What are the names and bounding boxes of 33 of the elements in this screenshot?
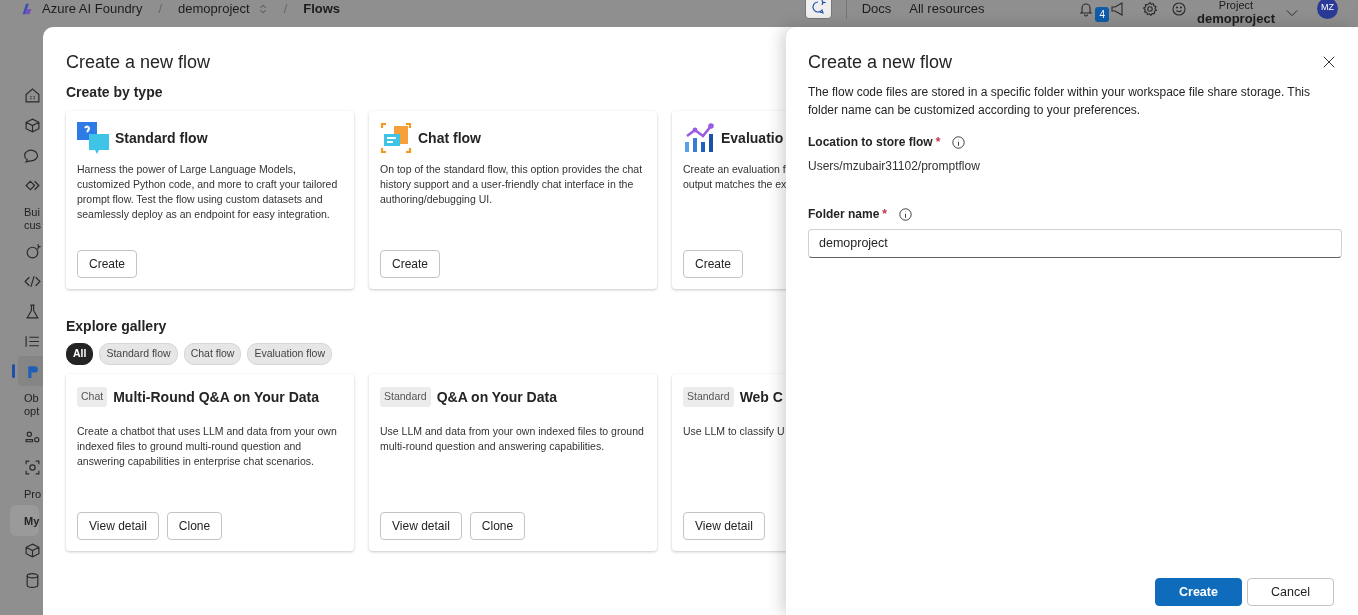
- card-description: Use LLM and data from your own indexed files to ground multi-round question and answering capabilities.: [380, 423, 645, 454]
- breadcrumb-separator: /: [158, 0, 163, 19]
- page-breadcrumb: Flows: [303, 0, 341, 19]
- sidebar-section-label: Pro: [24, 487, 42, 502]
- card-description: Create a chatbot that uses LLM and data from your own indexed files to ground multi-round question and answering capabilities in enterprise chat scenarios.: [77, 423, 338, 469]
- card-description: Create an evaluation f output matches the ex: [683, 162, 787, 192]
- panel-title: Create a new flow: [808, 51, 953, 73]
- section-heading: Explore gallery: [66, 317, 167, 335]
- card-title: Standard flow: [115, 128, 208, 148]
- sidebar-section-label: Bui cus: [24, 205, 42, 233]
- card-description: On top of the standard flow, this option provides the chat history support and a user-friendly chat interface in the authoring/debugging UI.: [380, 162, 644, 207]
- card-title: Q&A on Your Data: [436, 387, 557, 407]
- field-label: Folder name *: [808, 206, 888, 223]
- panel-description: The flow code files are stored in a specific folder within your workspace file share storage. This folder name can be customized according to your preferences.: [808, 84, 1311, 119]
- card-title: Multi-Round Q&A on Your Data: [113, 387, 320, 407]
- location-value: Users/mzubair31102/promptflow: [808, 158, 981, 175]
- project-name: demoproject: [1197, 10, 1275, 26]
- notification-badge: 4: [1095, 6, 1109, 22]
- section-heading: Create by type: [66, 83, 163, 101]
- flow-tag: Standard: [380, 387, 431, 408]
- card-title: Evaluatio: [721, 128, 784, 148]
- flow-tag: Chat: [77, 387, 108, 408]
- breadcrumb-separator: /: [283, 0, 288, 19]
- dialog-title: Create a new flow: [66, 51, 211, 73]
- card-description: Use LLM to classify U: [683, 423, 785, 439]
- card-title: Chat flow: [418, 128, 481, 148]
- sidebar-section-label: Ob opt: [24, 391, 40, 419]
- flow-tag: Standard: [683, 387, 734, 408]
- card-title: Web C: [739, 387, 783, 407]
- project-label: Project: [1217, 0, 1255, 11]
- card-description: Harness the power of Large Language Models, customized Python code, and more to craft your tailored prompt flow. Test the flow using custom datasets and seamlessly deploy as an endpoint for easy integration.: [77, 162, 339, 222]
- sidebar-group: My: [10, 505, 40, 536]
- field-label: Location to store flow *: [808, 134, 941, 151]
